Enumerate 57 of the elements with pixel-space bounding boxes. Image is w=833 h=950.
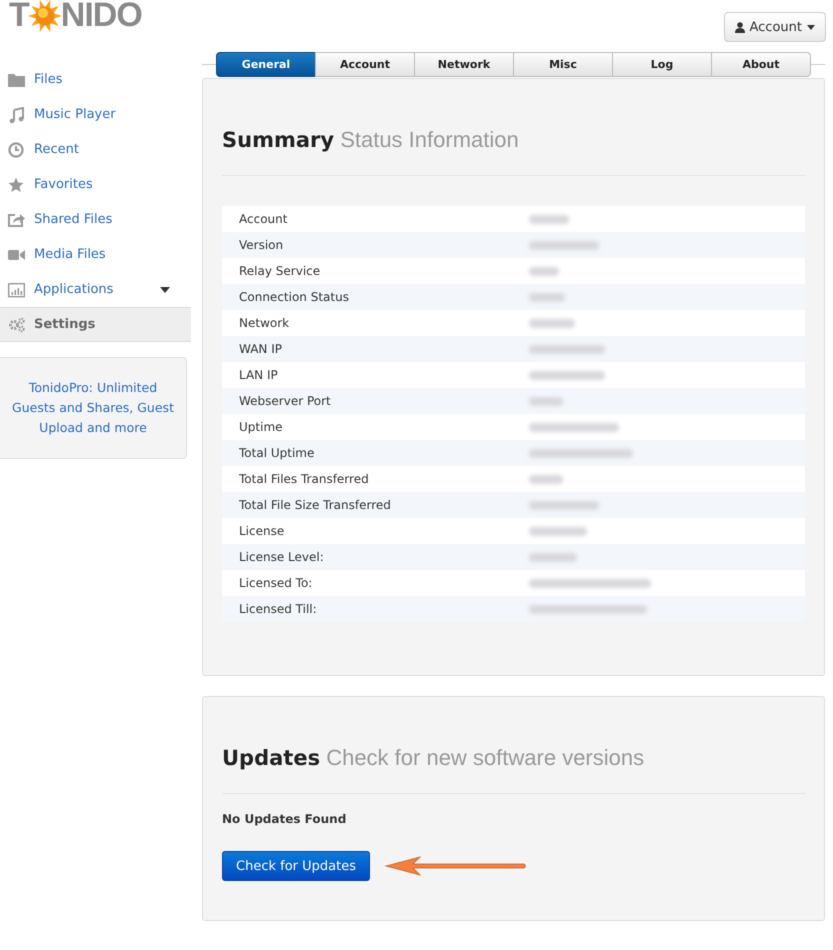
sidebar-item[interactable]: Files	[0, 62, 191, 97]
row-label: WAN IP	[238, 342, 283, 356]
sidebar-item[interactable]: Applications	[0, 272, 191, 307]
blurred-value	[529, 240, 599, 250]
tab[interactable]: Network	[414, 52, 514, 77]
sun-icon	[28, 0, 62, 32]
sidebar-item[interactable]: Media Files	[0, 237, 191, 272]
panel-heading: Updates Check for new software versions	[222, 745, 646, 771]
star-icon	[8, 176, 26, 192]
row-label: Network	[238, 316, 290, 330]
blurred-value	[529, 318, 575, 328]
row-label: Account	[238, 212, 288, 226]
row-label: License	[238, 524, 286, 538]
row-label: Total File Size Transferred	[238, 498, 392, 512]
row-label: Uptime	[238, 420, 284, 434]
blurred-value	[529, 526, 587, 536]
blurred-value	[529, 396, 563, 406]
clock-icon	[8, 142, 26, 158]
tab[interactable]: Misc	[513, 52, 613, 77]
caret-icon	[807, 24, 815, 30]
promo-link[interactable]: TonidoPro: Unlimited Guests and Shares, Guest Upload and more	[0, 357, 187, 459]
row-label: Total Uptime	[238, 446, 316, 460]
row-label: License Level:	[238, 550, 325, 564]
sidebar-item[interactable]: Favorites	[0, 167, 191, 202]
share-icon	[8, 212, 26, 228]
row-label: Version	[238, 238, 284, 252]
music-icon	[8, 106, 26, 122]
sidebar-item[interactable]: Shared Files	[0, 202, 191, 237]
row-label: Relay Service	[238, 264, 322, 278]
row-label: Total Files Transferred	[238, 472, 370, 486]
tab[interactable]: General	[216, 52, 316, 77]
row-label: Licensed To:	[238, 576, 314, 590]
folder-icon	[8, 72, 26, 88]
chart-icon	[8, 282, 26, 298]
blurred-value	[529, 552, 577, 562]
tab[interactable]: About	[711, 52, 811, 77]
row-label: LAN IP	[238, 368, 279, 382]
blurred-value	[529, 266, 559, 276]
row-label: Webserver Port	[238, 394, 332, 408]
sidebar-item[interactable]: Settings	[0, 307, 191, 342]
tab[interactable]: Log	[612, 52, 712, 77]
row-label: Connection Status	[238, 290, 350, 304]
blurred-value	[529, 292, 565, 302]
panel-heading: Summary Status Information	[222, 127, 520, 153]
gears-icon	[8, 316, 26, 332]
account-button[interactable]: Account	[724, 12, 826, 42]
sidebar-item[interactable]: Music Player	[0, 97, 191, 132]
blurred-value	[529, 500, 599, 510]
blurred-value	[529, 214, 569, 224]
sidebar-item[interactable]: Recent	[0, 132, 191, 167]
tab[interactable]: Account	[315, 52, 415, 77]
row-label: Licensed Till:	[238, 602, 318, 616]
update-status: No Updates Found	[222, 812, 348, 826]
logo: T NIDO	[9, 0, 142, 35]
blurred-value	[529, 474, 563, 484]
check-updates-button[interactable]: Check for Updates	[222, 851, 370, 881]
user-icon	[734, 22, 744, 32]
